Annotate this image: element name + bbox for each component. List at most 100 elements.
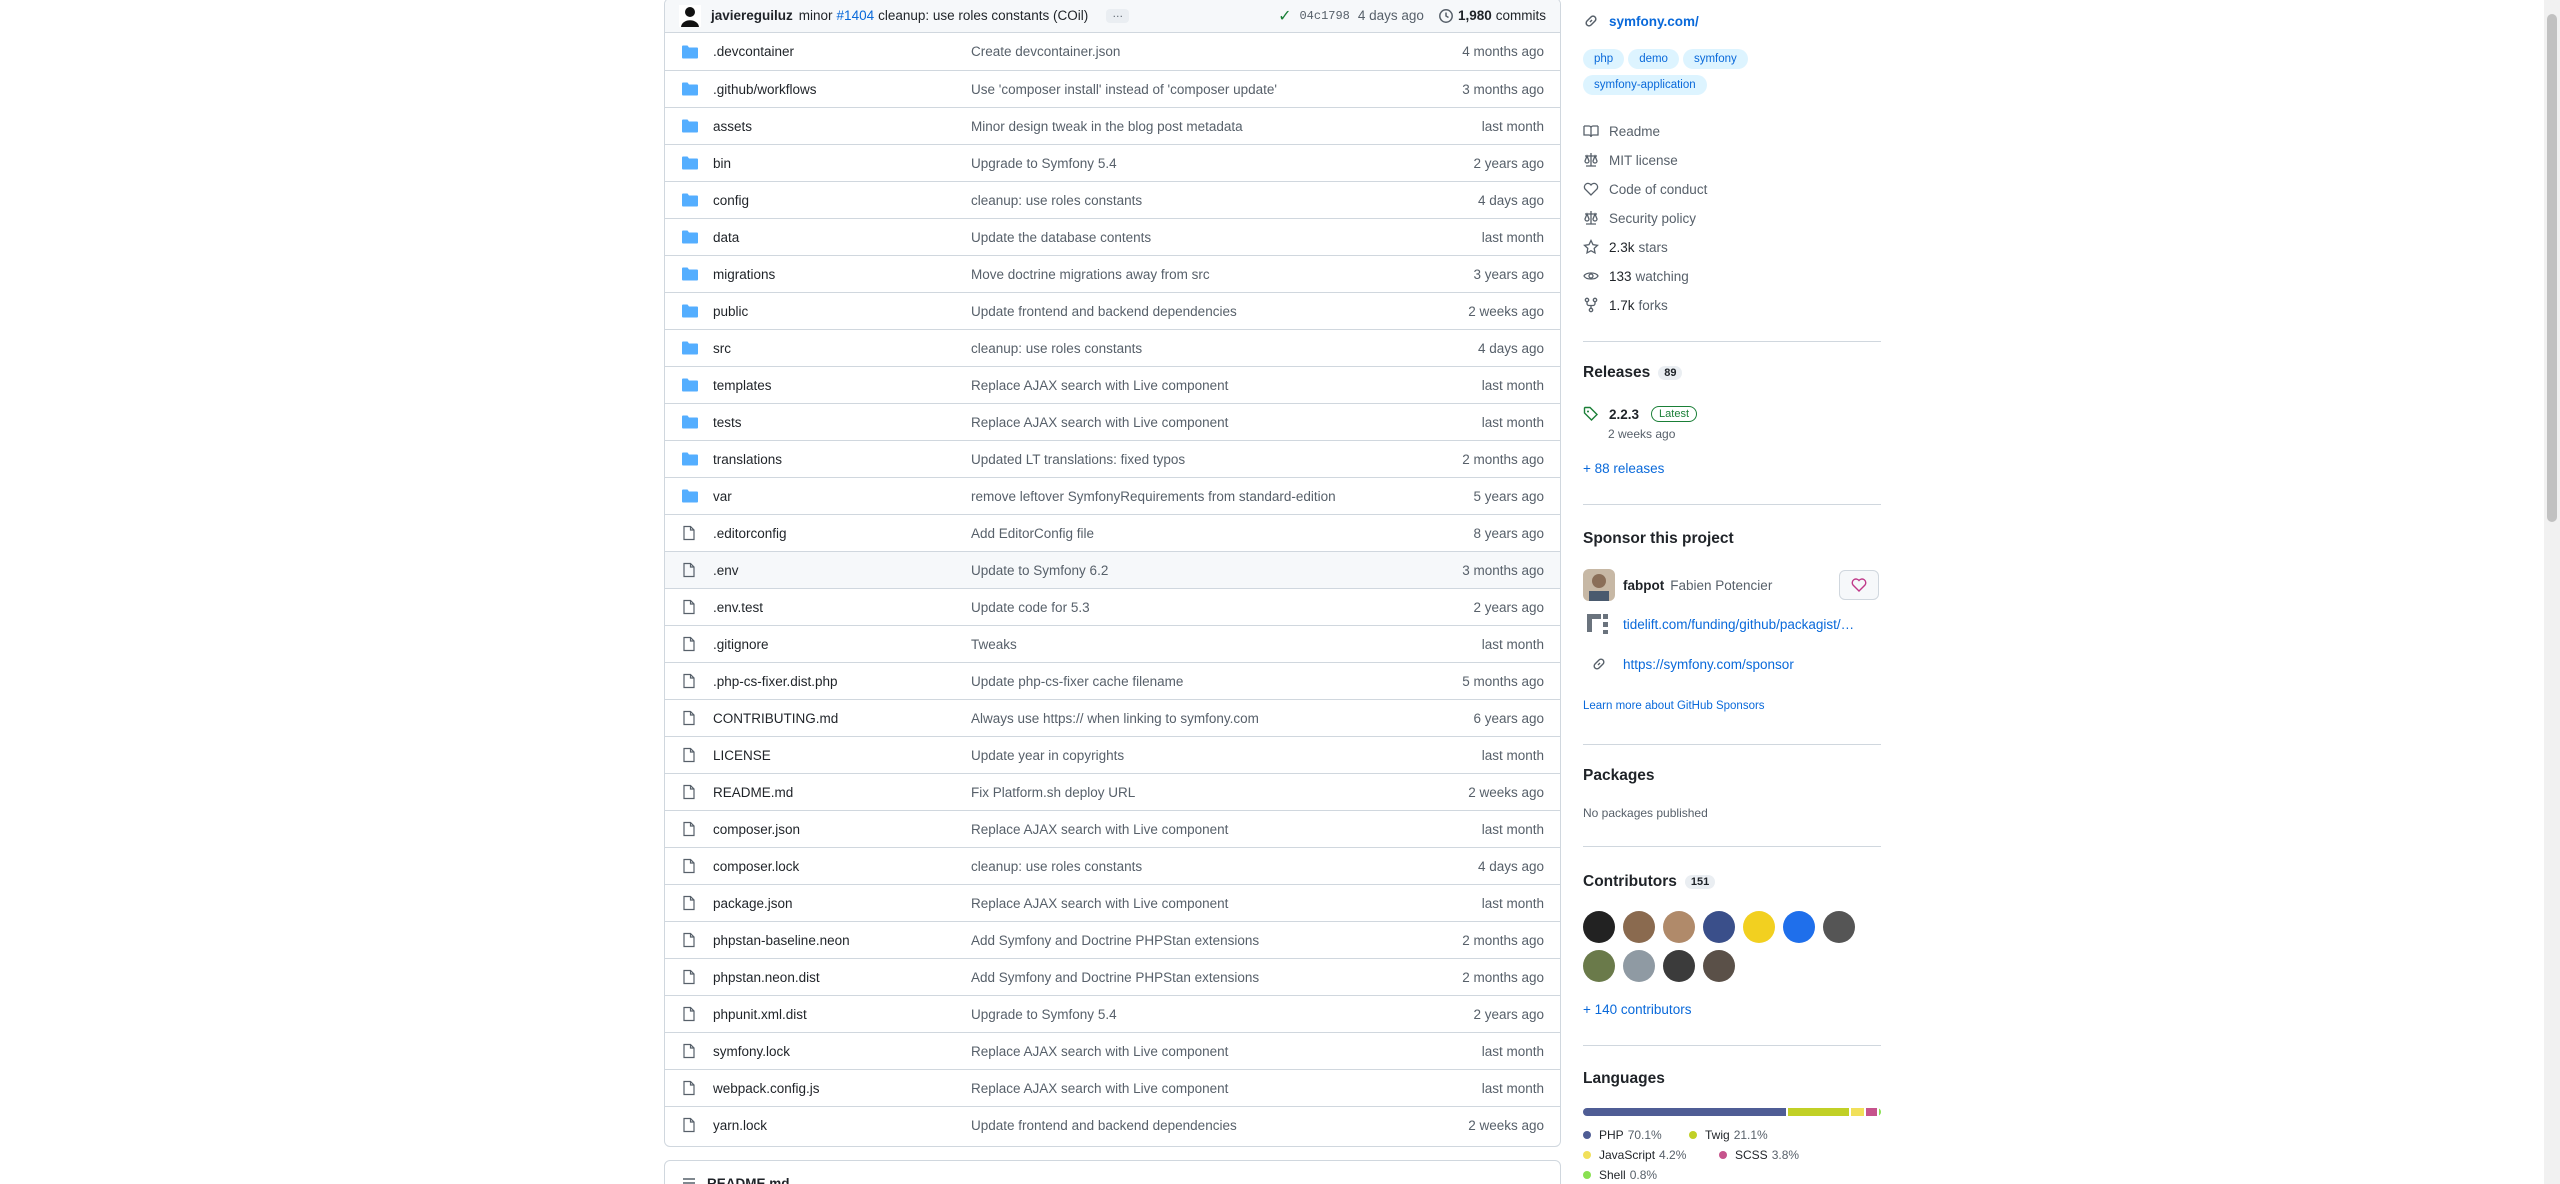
tidelift-link[interactable]: tidelift.com/funding/github/packagist/… — [1583, 612, 1854, 636]
language-name[interactable]: JavaScript — [1599, 1148, 1655, 1162]
file-name[interactable]: .env — [713, 563, 971, 578]
commit-message-prefix[interactable]: minor — [799, 8, 833, 23]
file-name[interactable]: .github/workflows — [713, 82, 971, 97]
website-link[interactable]: symfony.com/ — [1583, 13, 1699, 29]
file-commit-message[interactable]: Replace AJAX search with Live component — [971, 896, 1400, 911]
file-row[interactable]: phpstan.neon.dist Add Symfony and Doctrin… — [665, 958, 1560, 995]
file-name[interactable]: var — [713, 489, 971, 504]
language-item[interactable]: JavaScript 4.2% — [1583, 1148, 1686, 1162]
file-row[interactable]: migrations Move doctrine migrations away … — [665, 255, 1560, 292]
contributor-avatar[interactable] — [1623, 950, 1655, 982]
check-icon[interactable]: ✓ — [1278, 6, 1291, 26]
language-item[interactable]: Shell 0.8% — [1583, 1168, 1657, 1182]
file-commit-message[interactable]: Always use https:// when linking to symf… — [971, 711, 1400, 726]
file-row[interactable]: .editorconfig Add EditorConfig file 8 year… — [665, 514, 1560, 551]
license-link[interactable]: MIT license — [1583, 150, 1678, 170]
fabpot-avatar[interactable] — [1583, 569, 1615, 601]
file-row[interactable]: public Update frontend and backend depend… — [665, 292, 1560, 329]
latest-release-version[interactable]: 2.2.3 — [1609, 407, 1639, 422]
contributors-title[interactable]: Contributors — [1583, 873, 1677, 891]
stars-label[interactable]: stars — [1639, 240, 1668, 255]
file-name[interactable]: .php-cs-fixer.dist.php — [713, 674, 971, 689]
file-row[interactable]: yarn.lock Update frontend and backend dep… — [665, 1106, 1560, 1143]
file-row[interactable]: translations Updated LT translations: fix… — [665, 440, 1560, 477]
author-avatar[interactable] — [679, 4, 701, 27]
file-row[interactable]: src cleanup: use roles constants 4 days ag… — [665, 329, 1560, 366]
contributor-avatar[interactable] — [1663, 950, 1695, 982]
more-contributors-link[interactable]: + 140 contributors — [1583, 1002, 1691, 1017]
file-name[interactable]: .env.test — [713, 600, 971, 615]
packages-heading[interactable]: Packages — [1583, 767, 1655, 785]
file-commit-message[interactable]: Update year in copyrights — [971, 748, 1400, 763]
file-name[interactable]: yarn.lock — [713, 1118, 971, 1133]
file-name[interactable]: webpack.config.js — [713, 1081, 971, 1096]
stars-count[interactable]: 2.3k — [1609, 240, 1635, 255]
file-commit-message[interactable]: Minor design tweak in the blog post meta… — [971, 119, 1400, 134]
language-name[interactable]: Shell — [1599, 1168, 1626, 1182]
file-commit-message[interactable]: Use 'composer install' instead of 'compo… — [971, 82, 1400, 97]
file-row[interactable]: bin Upgrade to Symfony 5.4 2 years ago — [665, 144, 1560, 181]
file-name[interactable]: phpstan.neon.dist — [713, 970, 971, 985]
file-row[interactable]: README.md Fix Platform.sh deploy URL 2 wee… — [665, 773, 1560, 810]
topic-tag[interactable]: symfony-application — [1583, 75, 1707, 95]
file-row[interactable]: data Update the database contents last mon… — [665, 218, 1560, 255]
file-commit-message[interactable]: Update frontend and backend dependencies — [971, 304, 1400, 319]
sponsor-user[interactable]: fabpot Fabien Potencier — [1583, 569, 1772, 601]
contributors-heading[interactable]: Contributors 151 — [1583, 873, 1716, 891]
file-name[interactable]: symfony.lock — [713, 1044, 971, 1059]
commit-issue-link[interactable]: #1404 — [837, 8, 875, 23]
file-name[interactable]: config — [713, 193, 971, 208]
file-commit-message[interactable]: cleanup: use roles constants — [971, 341, 1400, 356]
file-name[interactable]: tests — [713, 415, 971, 430]
forks-link[interactable]: 1.7k forks — [1583, 295, 1668, 315]
file-row[interactable]: .php-cs-fixer.dist.php Update php-cs-fixe… — [665, 662, 1560, 699]
file-commit-message[interactable]: Add Symfony and Doctrine PHPStan extensi… — [971, 933, 1400, 948]
file-row[interactable]: .env Update to Symfony 6.2 3 months ago — [665, 551, 1560, 588]
commit-message[interactable]: cleanup: use roles constants (COil) — [878, 8, 1088, 23]
file-commit-message[interactable]: Update code for 5.3 — [971, 600, 1400, 615]
tidelift-url[interactable]: tidelift.com/funding/github/packagist/… — [1623, 617, 1854, 632]
commit-history-link[interactable]: 1,980 commits — [1438, 8, 1546, 24]
file-row[interactable]: templates Replace AJAX search with Live c… — [665, 366, 1560, 403]
file-commit-message[interactable]: Move doctrine migrations away from src — [971, 267, 1400, 282]
file-row[interactable]: .env.test Update code for 5.3 2 years ago — [665, 588, 1560, 625]
page-scrollbar[interactable] — [2544, 0, 2560, 1184]
language-item[interactable]: PHP 70.1% — [1583, 1128, 1662, 1142]
watching-count[interactable]: 133 — [1609, 269, 1632, 284]
commit-author[interactable]: javiereguiluz — [711, 8, 793, 23]
forks-count[interactable]: 1.7k — [1609, 298, 1635, 313]
file-commit-message[interactable]: Update frontend and backend dependencies — [971, 1118, 1400, 1133]
watching-label[interactable]: watching — [1636, 269, 1689, 284]
contributor-avatar[interactable] — [1783, 911, 1815, 943]
watching-link[interactable]: 133 watching — [1583, 266, 1689, 286]
file-commit-message[interactable]: remove leftover SymfonyRequirements from… — [971, 489, 1400, 504]
file-row[interactable]: phpunit.xml.dist Upgrade to Symfony 5.4 2 … — [665, 995, 1560, 1032]
packages-title[interactable]: Packages — [1583, 767, 1655, 785]
file-commit-message[interactable]: Replace AJAX search with Live component — [971, 1044, 1400, 1059]
file-row[interactable]: composer.lock cleanup: use roles constant… — [665, 847, 1560, 884]
readme-label[interactable]: Readme — [1609, 124, 1660, 139]
contributor-avatar[interactable] — [1703, 911, 1735, 943]
file-name[interactable]: src — [713, 341, 971, 356]
file-name[interactable]: translations — [713, 452, 971, 467]
language-name[interactable]: Twig — [1705, 1128, 1730, 1142]
website-url[interactable]: symfony.com/ — [1609, 14, 1699, 29]
code-of-conduct-label[interactable]: Code of conduct — [1609, 182, 1707, 197]
security-policy-label[interactable]: Security policy — [1609, 211, 1696, 226]
forks-label[interactable]: forks — [1639, 298, 1668, 313]
file-commit-message[interactable]: Add EditorConfig file — [971, 526, 1400, 541]
file-commit-message[interactable]: Replace AJAX search with Live component — [971, 378, 1400, 393]
file-commit-message[interactable]: Upgrade to Symfony 5.4 — [971, 1007, 1400, 1022]
file-name[interactable]: templates — [713, 378, 971, 393]
contributor-avatar[interactable] — [1703, 950, 1735, 982]
language-name[interactable]: PHP — [1599, 1128, 1624, 1142]
contributor-avatar[interactable] — [1743, 911, 1775, 943]
license-label[interactable]: MIT license — [1609, 153, 1678, 168]
scrollbar-thumb[interactable] — [2547, 14, 2557, 522]
file-commit-message[interactable]: cleanup: use roles constants — [971, 193, 1400, 208]
file-row[interactable]: .github/workflows Use 'composer install' … — [665, 70, 1560, 107]
file-name[interactable]: migrations — [713, 267, 971, 282]
file-row[interactable]: .gitignore Tweaks last month — [665, 625, 1560, 662]
sponsor-username[interactable]: fabpot — [1623, 578, 1664, 593]
releases-heading[interactable]: Releases 89 — [1583, 364, 1683, 382]
